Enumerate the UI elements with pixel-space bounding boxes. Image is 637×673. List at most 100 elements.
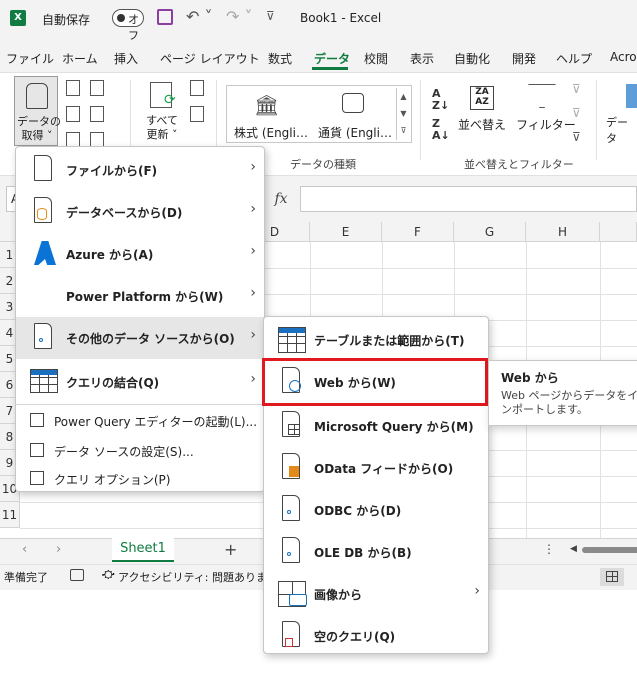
queries-connections-icon[interactable] (190, 80, 204, 96)
submenu-item-from-picture[interactable]: 画像から › (264, 573, 488, 615)
stocks-label[interactable]: 株式 (Engli… (234, 124, 308, 141)
properties-icon[interactable] (190, 106, 204, 122)
menu-label: Azure から(A) (66, 248, 154, 262)
tab-automate[interactable]: 自動化 (454, 50, 490, 67)
accessibility-icon[interactable]: ⛮ (102, 567, 115, 582)
menu-item-combine-queries[interactable]: クエリの結合(Q) › (16, 361, 264, 403)
insert-function-icon[interactable]: fx (266, 186, 296, 212)
sort-label[interactable]: 並べ替え (458, 116, 506, 133)
menu-item-from-power-platform[interactable]: Power Platform から(W) › (16, 275, 264, 317)
next-sheet-icon[interactable]: › (56, 542, 61, 557)
tab-developer[interactable]: 開発 (512, 50, 536, 67)
oledb-icon (282, 537, 300, 563)
odata-icon (282, 453, 300, 479)
submenu-item-from-microsoft-query[interactable]: Microsoft Query から(M) (264, 405, 488, 447)
from-table-icon[interactable] (66, 106, 80, 122)
submenu-item-from-odbc[interactable]: ODBC から(D) (264, 489, 488, 531)
macro-record-icon[interactable] (70, 569, 84, 581)
menu-item-from-database[interactable]: データベースから(D) › (16, 191, 264, 233)
clear-filter-icon[interactable]: ⊽ (572, 82, 581, 96)
prev-sheet-icon[interactable]: ‹ (22, 542, 27, 557)
reapply-filter-icon[interactable]: ⊽ (572, 106, 581, 120)
toggle-knob (117, 14, 125, 22)
sort-icon[interactable]: ZA AZ (470, 86, 494, 110)
tab-data[interactable]: データ (314, 50, 350, 67)
scroll-thumb[interactable] (582, 547, 637, 553)
submenu-item-from-odata[interactable]: OData フィードから(O) (264, 447, 488, 489)
tab-home[interactable]: ホーム (62, 50, 98, 67)
tooltip-description: Web ページからデータをインポートします。 (501, 389, 637, 416)
menu-item-from-other-sources[interactable]: その他のデータ ソースから(O) › (16, 317, 264, 359)
sheet-tab-active[interactable]: Sheet1 (112, 538, 174, 562)
scroll-left-icon[interactable]: ◀ (570, 544, 577, 554)
sort-z-a-icon[interactable]: Z A↓ (432, 118, 450, 142)
get-data-button[interactable]: データの 取得 ˅ (14, 76, 61, 146)
tab-view[interactable]: 表示 (410, 50, 434, 67)
menu-item-data-source-settings[interactable]: データ ソースの設定(S)... (16, 435, 265, 465)
redo-icon[interactable]: ↷ ˅ (226, 7, 253, 26)
menu-label: Microsoft Query から(M) (314, 420, 474, 434)
advanced-filter-icon[interactable]: ⊽ (572, 130, 581, 144)
blank-query-icon (282, 621, 300, 647)
data-tools-icon[interactable] (626, 84, 637, 108)
save-icon[interactable] (157, 9, 173, 25)
filter-label[interactable]: フィルター (516, 116, 576, 133)
data-tools-label[interactable]: データ (606, 114, 637, 146)
chevron-right-icon: › (250, 327, 256, 343)
column-header[interactable]: G (454, 222, 526, 242)
tab-review[interactable]: 校閲 (364, 50, 388, 67)
menu-label: OLE DB から(B) (314, 546, 412, 560)
column-header[interactable]: H (526, 222, 600, 242)
formula-input[interactable] (300, 186, 637, 212)
add-sheet-button[interactable]: + (224, 540, 237, 559)
refresh-arrow-icon: ⟳ (164, 92, 176, 108)
currency-icon[interactable] (342, 93, 364, 113)
menu-label: Power Platform から(W) (66, 290, 224, 304)
submenu-item-from-table[interactable]: テーブルまたは範囲から(T) (264, 319, 488, 361)
autosave-state: オフ (128, 13, 139, 42)
column-header[interactable]: F (382, 222, 454, 242)
tab-acrobat[interactable]: Acro (610, 50, 637, 64)
column-header[interactable] (600, 222, 637, 242)
chevron-right-icon: › (250, 371, 256, 387)
column-header[interactable]: E (310, 222, 382, 242)
sort-a-z-icon[interactable]: A Z↓ (432, 88, 449, 112)
menu-label: テーブルまたは範囲から(T) (314, 334, 465, 348)
chevron-right-icon: › (250, 243, 256, 259)
tab-page-layout[interactable]: ページ レイアウト (160, 50, 260, 67)
tab-formulas[interactable]: 数式 (268, 50, 292, 67)
bank-icon[interactable]: 🏛 (254, 93, 279, 117)
refresh-all-label[interactable]: すべて 更新 ˅ (140, 114, 184, 142)
menu-label: その他のデータ ソースから(O) (66, 332, 235, 346)
horizontal-scrollbar[interactable]: ◀ (570, 544, 637, 554)
row-header[interactable]: 11 (0, 502, 20, 528)
menu-label: データベースから(D) (66, 206, 183, 220)
from-text-icon[interactable] (66, 80, 80, 96)
menu-item-query-options[interactable]: クエリ オプション(P) (16, 463, 265, 493)
currencies-label[interactable]: 通貨 (Engli… (318, 124, 392, 141)
picture-icon (278, 581, 307, 607)
data-source-settings-icon (30, 443, 44, 457)
database-icon (26, 83, 48, 109)
submenu-item-from-oledb[interactable]: OLE DB から(B) (264, 531, 488, 573)
active-tab-underline (312, 67, 348, 70)
menu-label: 画像から (314, 588, 363, 602)
autosave-toggle[interactable]: オフ (112, 9, 144, 42)
from-web-icon[interactable] (90, 80, 104, 96)
undo-icon[interactable]: ↶ ˅ (186, 7, 213, 26)
status-ready: 準備完了 (4, 571, 48, 584)
submenu-item-blank-query[interactable]: 空のクエリ(Q) (264, 615, 488, 657)
menu-item-launch-power-query[interactable]: Power Query エディターの起動(L)... (16, 405, 265, 435)
gallery-scroll[interactable]: ▲ ▼ ⊽ (396, 88, 410, 140)
menu-item-from-azure[interactable]: Azure から(A) › (16, 233, 264, 275)
menu-item-from-file[interactable]: ファイルから(F) › (16, 149, 264, 191)
tab-insert[interactable]: 挿入 (114, 50, 138, 67)
sheet-options-icon[interactable]: ⋮ (543, 542, 555, 556)
tab-help[interactable]: ヘルプ (556, 50, 592, 67)
menu-label: Power Query エディターの起動(L)... (54, 415, 258, 429)
recent-sources-icon[interactable] (90, 106, 104, 122)
customize-qat-icon[interactable]: ⊽ (266, 9, 275, 23)
database-file-icon (34, 197, 52, 223)
tab-file[interactable]: ファイル (6, 50, 54, 67)
get-data-menu: ファイルから(F) › データベースから(D) › Azure から(A) › … (15, 146, 265, 492)
